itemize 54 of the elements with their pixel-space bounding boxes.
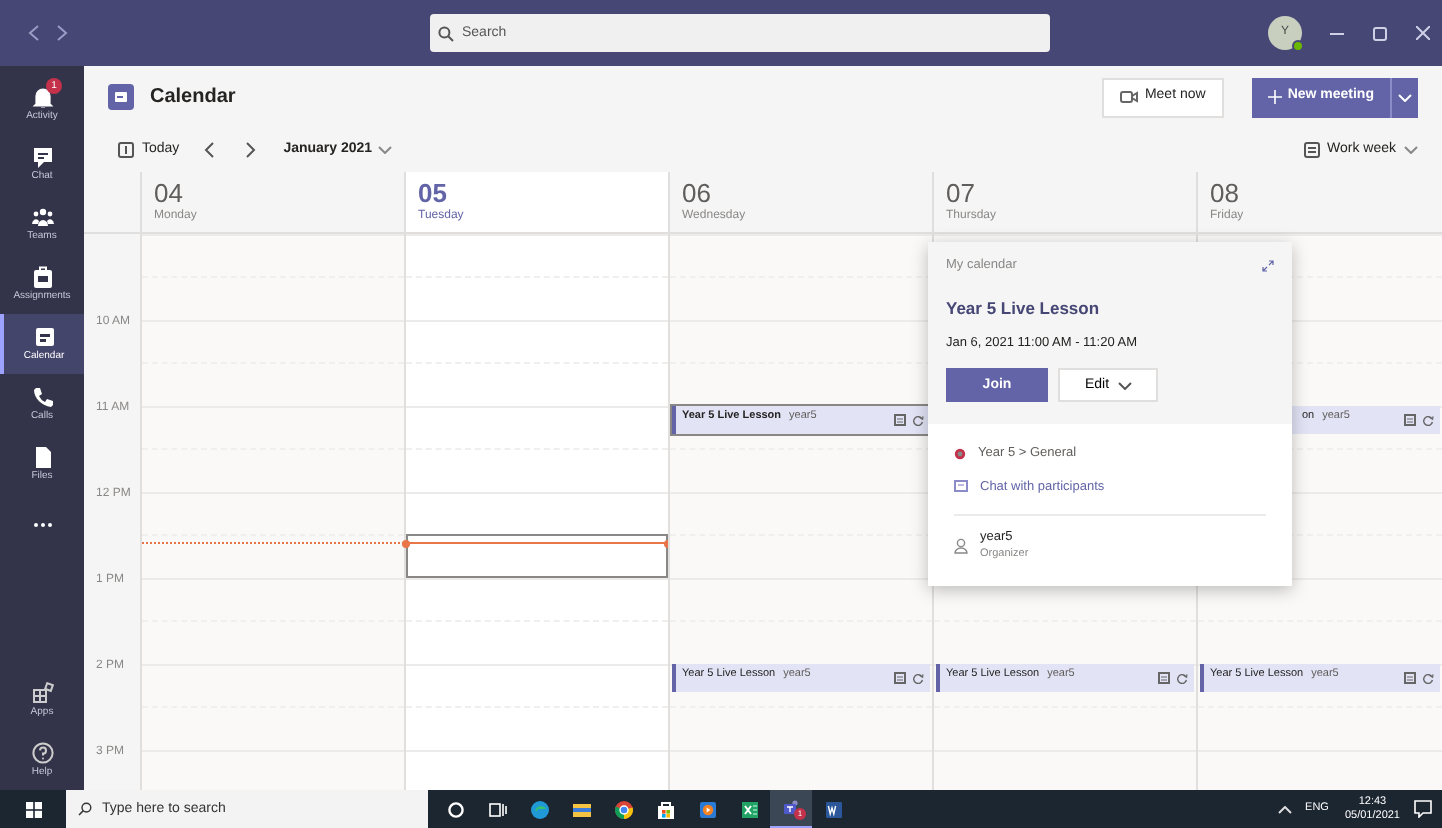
- apps-icon: [31, 682, 53, 704]
- close-icon[interactable]: [1416, 26, 1430, 40]
- chat-icon: [31, 146, 53, 168]
- file-icon: [31, 446, 53, 468]
- plus-icon: [1267, 90, 1282, 104]
- people-icon: [31, 206, 53, 228]
- repeat-icon: [1422, 672, 1434, 684]
- document-icon: [823, 799, 843, 819]
- maximize-icon[interactable]: [1372, 25, 1388, 41]
- task-view-icon: [487, 799, 507, 819]
- phone-icon: [31, 386, 53, 408]
- spreadsheet-icon: [739, 799, 759, 819]
- next-icon[interactable]: [245, 142, 256, 158]
- person-icon: [954, 537, 968, 553]
- meeting-icon: [1158, 672, 1170, 684]
- meeting-icon: [894, 414, 906, 426]
- event-title: Year 5 Live Lesson: [946, 295, 1102, 321]
- browser-icon: [529, 799, 549, 819]
- repeat-icon: [912, 414, 924, 426]
- caret-icon: [1117, 381, 1132, 390]
- repeat-icon: [1176, 672, 1188, 684]
- shopping-bag-icon: [655, 799, 675, 819]
- bell-icon: [31, 86, 53, 108]
- play-icon: [697, 799, 717, 819]
- repeat-icon: [1422, 414, 1434, 426]
- channel-icon: [954, 447, 966, 460]
- caret-icon: [1404, 146, 1418, 154]
- forward-icon[interactable]: [56, 24, 68, 42]
- people-icon: [781, 798, 801, 818]
- chat-icon: [954, 480, 968, 495]
- back-icon[interactable]: [28, 24, 40, 42]
- notification-icon[interactable]: [1414, 800, 1432, 818]
- circle-icon: [445, 799, 465, 819]
- meeting-icon: [894, 672, 906, 684]
- video-camera-icon: [1120, 90, 1139, 104]
- search-icon: [438, 25, 454, 41]
- presence-icon: [1292, 40, 1304, 52]
- dropdown-button[interactable]: [1390, 77, 1418, 117]
- page-title: Calendar: [150, 84, 236, 112]
- browser-icon: [613, 799, 633, 819]
- meeting-icon: [1404, 672, 1416, 684]
- time-slot[interactable]: [406, 534, 668, 578]
- repeat-icon: [912, 672, 924, 684]
- expand-icon[interactable]: [1262, 259, 1274, 272]
- previous-icon[interactable]: [203, 142, 214, 158]
- help-icon: [31, 742, 53, 764]
- chevron-up-icon[interactable]: [1277, 805, 1292, 813]
- meeting-icon: [1404, 414, 1416, 426]
- search-icon: [78, 802, 92, 816]
- caret-icon: [1398, 93, 1412, 101]
- windows-icon: [25, 801, 41, 817]
- clipboard-icon: [31, 266, 53, 288]
- folder-icon: [571, 799, 591, 819]
- caret-icon: [378, 146, 393, 154]
